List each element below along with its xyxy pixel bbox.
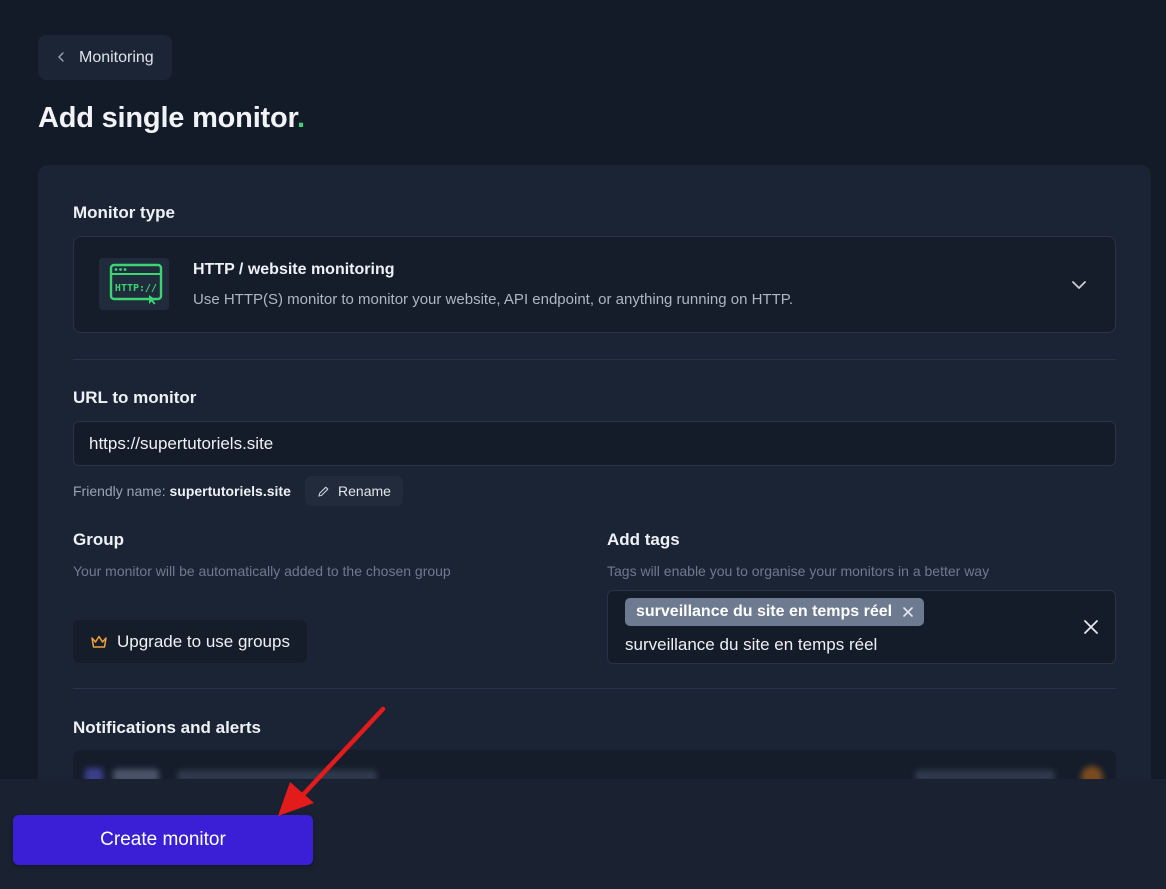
clear-tags-icon[interactable] <box>1083 619 1099 635</box>
tags-helper: Tags will enable you to organise your mo… <box>607 563 990 579</box>
tag-chip: surveillance du site en temps réel <box>625 598 925 626</box>
chevron-down-icon <box>1072 281 1086 289</box>
friendly-name-prefix: Friendly name: <box>73 483 170 499</box>
monitor-type-label: Monitor type <box>73 203 175 222</box>
pencil-icon <box>318 486 329 497</box>
monitor-form-card: Monitor type HTTP:// HTTP / website moni… <box>38 165 1151 805</box>
url-input[interactable] <box>73 421 1116 466</box>
rename-button-label: Rename <box>338 483 391 499</box>
page-title: Add single monitor. <box>38 102 305 135</box>
create-monitor-button[interactable]: Create monitor <box>13 815 313 865</box>
crown-icon <box>91 635 107 648</box>
http-monitor-icon: HTTP:// <box>99 258 169 310</box>
page-title-text: Add single monitor <box>38 102 298 134</box>
back-to-monitoring-button[interactable]: Monitoring <box>38 35 172 80</box>
notifications-label: Notifications and alerts <box>73 718 261 737</box>
tags-field[interactable]: surveillance du site en temps réel <box>607 590 1116 664</box>
upgrade-groups-label: Upgrade to use groups <box>117 631 290 651</box>
back-button-label: Monitoring <box>79 48 154 66</box>
url-label: URL to monitor <box>73 388 197 407</box>
tag-chip-label: surveillance du site en temps réel <box>636 603 893 620</box>
monitor-type-title: HTTP / website monitoring <box>193 261 395 278</box>
monitor-type-select[interactable]: HTTP:// HTTP / website monitoring Use HT… <box>73 236 1116 333</box>
tags-label: Add tags <box>607 530 680 549</box>
chevron-left-icon <box>57 51 67 64</box>
monitor-type-description: Use HTTP(S) monitor to monitor your webs… <box>193 291 793 308</box>
friendly-name-value: supertutoriels.site <box>169 483 291 499</box>
http-icon-text: HTTP:// <box>115 283 157 294</box>
rename-button[interactable]: Rename <box>305 476 403 506</box>
remove-tag-icon[interactable] <box>902 606 914 618</box>
tag-input[interactable] <box>625 635 1045 655</box>
friendly-name: Friendly name: supertutoriels.site <box>73 483 291 499</box>
group-helper: Your monitor will be automatically added… <box>73 563 451 579</box>
upgrade-groups-button[interactable]: Upgrade to use groups <box>73 620 307 663</box>
section-divider <box>73 688 1116 689</box>
page-title-dot: . <box>297 102 305 134</box>
section-divider <box>73 359 1116 360</box>
group-label: Group <box>73 530 124 549</box>
